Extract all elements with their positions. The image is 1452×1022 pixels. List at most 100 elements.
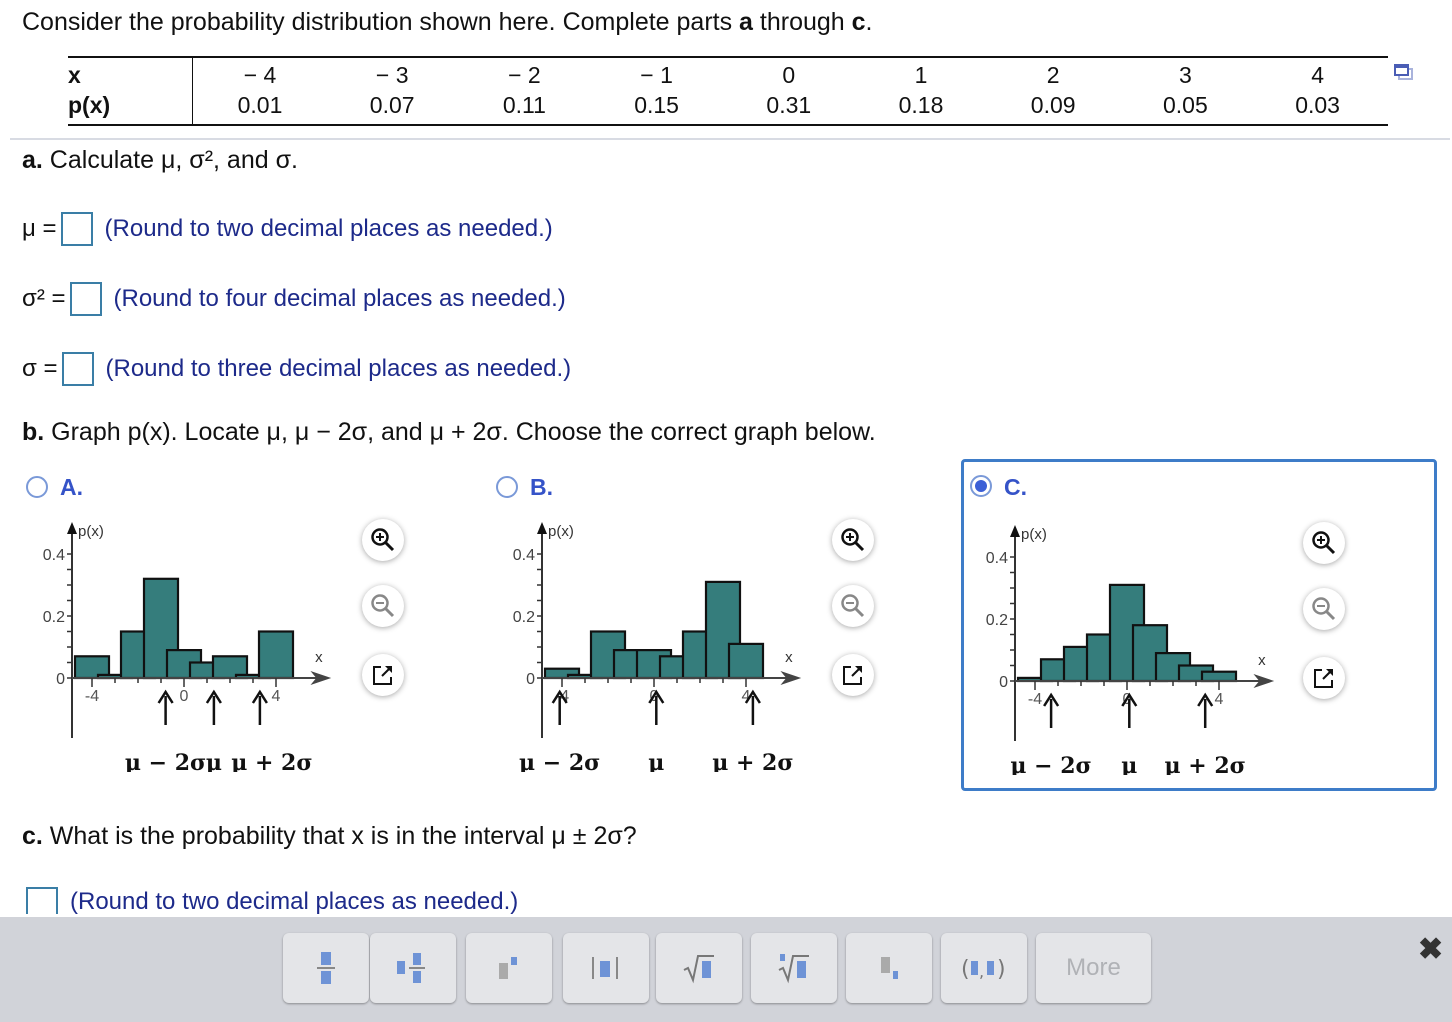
histogram-bar — [1200, 670, 1238, 683]
px-value-cell: 0.11 — [502, 92, 546, 118]
marker-label: μ − 2σ — [1010, 753, 1091, 775]
distribution-table: x p(x) − 4 − 3 − 2 − 1 0 1 2 3 4 0.01 0.07 0.11 0.15… — [68, 56, 1388, 126]
marker-label: μ + 2σ — [231, 750, 312, 772]
px-value-cell: 0.07 — [369, 92, 415, 118]
close-toolbar-icon[interactable]: ✖ — [1418, 932, 1443, 967]
zoom-out-icon — [371, 594, 395, 618]
y-tick-label: 0 — [999, 674, 1008, 691]
option-b-zoom-out-button[interactable] — [832, 585, 874, 627]
square-root-icon — [683, 955, 714, 984]
absolute-value-button[interactable] — [563, 933, 649, 1003]
option-a[interactable]: A. p(x) 0 0.2 0.4 x -4 0 4 μ − 2σ μ μ + 2σ — [20, 462, 490, 782]
option-c-graph: p(x)00.20.4x-4 0 4μ − 2σ μ μ + 2σ — [986, 525, 1275, 775]
zoom-in-icon — [841, 528, 865, 552]
y-axis-label: p(x) — [78, 523, 104, 540]
y-tick-label: 0.2 — [43, 609, 65, 626]
exponent-button[interactable] — [466, 933, 552, 1003]
option-b[interactable]: B. p(x) 0 0.2 0.4 x -4 0 4 μ − 2σ μ μ + 2σ — [490, 462, 960, 782]
px-value-cell: 0.09 — [1030, 92, 1076, 118]
fraction-button[interactable] — [283, 933, 369, 1003]
popout-table-icon[interactable] — [1393, 62, 1415, 84]
x-axis-label: x — [1258, 652, 1266, 669]
part-c-heading: c. What is the probability that x is in … — [22, 822, 637, 850]
svg-text:(: ( — [961, 957, 970, 982]
px-value-cell: 0.01 — [237, 92, 283, 118]
sigma-hint: (Round to three decimal places as needed… — [105, 355, 572, 382]
subscript-button[interactable] — [846, 933, 932, 1003]
option-a-popout-button[interactable] — [362, 654, 404, 696]
table-divider — [192, 58, 193, 124]
x-value-cell: − 1 — [640, 62, 673, 88]
ordered-pair-button[interactable]: (,) — [941, 933, 1027, 1003]
marker-label: μ − 2σ — [125, 750, 206, 772]
x-value-cell: 4 — [1311, 62, 1324, 88]
px-value-cell: 0.31 — [766, 92, 812, 118]
px-value-cell: 0.18 — [898, 92, 944, 118]
y-tick-label: 0.4 — [43, 547, 65, 564]
option-c-radio[interactable] — [970, 475, 992, 497]
option-a-zoom-out-button[interactable] — [362, 585, 404, 627]
open-external-icon — [843, 666, 862, 685]
option-a-radio[interactable] — [26, 476, 48, 498]
section-divider — [10, 138, 1450, 140]
y-axis-arrow — [1010, 525, 1020, 537]
option-b-zoom-in-button[interactable] — [832, 519, 874, 561]
part-c-answer-row: (Round to two decimal places as needed.) — [22, 884, 518, 914]
x-value-cell: − 4 — [243, 62, 277, 88]
part-b-heading: b. Graph p(x). Locate μ, μ − 2σ, and μ +… — [22, 418, 876, 446]
histogram-bar — [257, 630, 295, 680]
square-root-button[interactable] — [656, 933, 742, 1003]
ordered-pair-icon: (,) — [961, 957, 1006, 982]
sigma-row: σ = (Round to three decimal places as ne… — [22, 352, 571, 386]
option-c[interactable]: C. p(x) 0 0.2 0.4 x -4 0 4 μ − 2σ μ μ + 2σ — [961, 459, 1437, 791]
px-value-cell: 0.03 — [1295, 92, 1340, 118]
part-a-heading: a. Calculate μ, σ², and σ. — [22, 146, 298, 174]
more-label: More — [1066, 954, 1121, 981]
marker-label: μ — [648, 750, 664, 772]
option-c-zoom-out-button[interactable] — [1303, 588, 1345, 630]
y-axis-arrow — [537, 522, 547, 534]
option-c-popout-button[interactable] — [1303, 657, 1345, 699]
more-button[interactable]: More — [1036, 933, 1151, 1003]
y-axis-label: p(x) — [548, 523, 574, 540]
variance-row: σ² = (Round to four decimal places as ne… — [22, 282, 566, 316]
sigma-input[interactable] — [61, 352, 94, 386]
histogram-bar — [727, 642, 765, 680]
variance-hint: (Round to four decimal places as needed.… — [113, 285, 566, 312]
option-c-zoom-in-button[interactable] — [1303, 522, 1345, 564]
sigma-label: σ = — [22, 355, 58, 382]
svg-text:,: , — [979, 962, 984, 981]
mu-hint: (Round to two decimal places as needed.) — [104, 215, 553, 242]
x-tick-label: -4 — [1028, 691, 1042, 708]
open-external-icon — [1314, 669, 1333, 688]
x-value-cell: 3 — [1178, 62, 1192, 88]
x-tick-label: -4 — [85, 688, 99, 705]
mixed-number-button[interactable] — [370, 933, 456, 1003]
problem-prompt: Consider the probability distribution sh… — [22, 8, 873, 36]
nth-root-icon — [778, 954, 809, 984]
option-b-radio[interactable] — [496, 476, 518, 498]
math-input-toolbar: (,) More — [0, 917, 1452, 1022]
zoom-in-icon — [1312, 531, 1336, 555]
option-a-zoom-in-button[interactable] — [362, 519, 404, 561]
marker-label: μ — [1121, 753, 1137, 775]
marker-label: μ + 2σ — [1165, 753, 1246, 775]
variance-input[interactable] — [69, 282, 102, 316]
interval-probability-input[interactable] — [26, 887, 58, 914]
option-b-popout-button[interactable] — [832, 654, 874, 696]
x-axis-label: x — [785, 649, 793, 666]
marker-label: μ − 2σ — [519, 750, 600, 772]
y-tick-label: 0.4 — [986, 550, 1008, 567]
px-value-cell: 0.05 — [1163, 92, 1208, 118]
part-c-hint: (Round to two decimal places as needed.) — [70, 888, 519, 914]
px-value-cell: 0.15 — [634, 92, 679, 118]
subscript-icon — [881, 957, 898, 979]
y-tick-label: 0.2 — [986, 612, 1008, 629]
y-axis-arrow — [67, 522, 77, 534]
nth-root-button[interactable] — [751, 933, 837, 1003]
x-tick-label: 4 — [272, 688, 281, 705]
open-external-icon — [373, 666, 392, 685]
x-tick-label: 4 — [1215, 691, 1224, 708]
px-header: p(x) — [68, 92, 111, 118]
mu-input[interactable] — [60, 212, 93, 246]
